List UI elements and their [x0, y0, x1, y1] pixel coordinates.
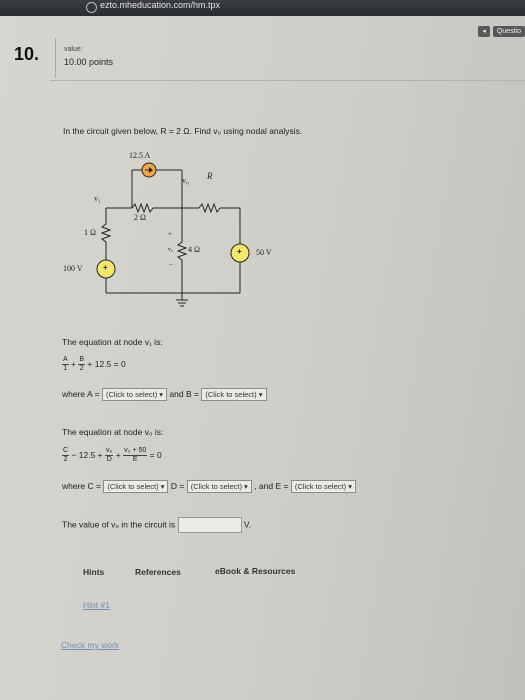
eq1-tail: + 12.5 = 0 — [87, 358, 126, 369]
one-ohm-label: 1 Ω — [84, 228, 96, 237]
eq2-mid: − 12.5 + — [71, 449, 103, 460]
ebook-tab[interactable]: eBook & Resources — [215, 566, 295, 576]
two-ohm-label: 2 Ω — [134, 213, 146, 222]
frac-b: B2 — [78, 356, 86, 372]
and-b-label: and B = — [169, 388, 199, 399]
select-b-dropdown[interactable]: (Click to select) ▾ — [201, 388, 267, 401]
vo-minus-sign: − — [169, 261, 173, 269]
answer-text: The value of v₀ in the circuit is — [62, 519, 176, 530]
eq1-title: The equation at node v₁ is: — [62, 337, 163, 347]
circuit-diagram: 12.5 A v₁ v₀ R 2 Ω 1 Ω 4 Ω + v₀ − 100 V … — [63, 148, 305, 313]
divider — [55, 38, 56, 78]
select-c-dropdown[interactable]: (Click to select) ▾ — [103, 480, 169, 493]
select-a-dropdown[interactable]: (Click to select) ▾ — [101, 388, 168, 401]
vo-plus-sign: + — [168, 230, 172, 238]
lock-icon — [86, 2, 97, 13]
value-label: value: — [64, 46, 83, 53]
points-value: 10.00 points — [64, 57, 114, 67]
vo-answer-input[interactable] — [177, 517, 242, 533]
frac-d: v₀ D — [105, 447, 114, 463]
eq1-selects: where A = (Click to select) ▾ and B = (C… — [62, 388, 267, 401]
r-label: R — [207, 171, 213, 181]
right-source-plus: + — [237, 247, 242, 256]
where-a-label: where A = — [62, 388, 100, 399]
question-prompt: In the circuit given below, R = 2 Ω. Fin… — [63, 126, 303, 136]
left-source-plus: + — [103, 263, 108, 272]
v1-label: v₁ — [94, 194, 101, 203]
where-c-label: where C = — [62, 480, 101, 491]
browser-bar: ezto.mheducation.com/hm.tpx — [0, 0, 525, 17]
references-tab[interactable]: References — [135, 567, 181, 577]
eq2-tail: = 0 — [149, 449, 162, 460]
eq2-expression: C2 − 12.5 + v₀ D + v₀ + 50 E = 0 — [62, 447, 162, 463]
eq1-expression: A1 + B2 + 12.5 = 0 — [62, 356, 126, 372]
hint-1-link[interactable]: Hint #1 — [83, 600, 110, 610]
question-number: 10. — [14, 44, 40, 64]
frac-c: C2 — [62, 447, 70, 463]
and-e-label: , and E = — [254, 480, 289, 491]
hints-tab[interactable]: Hints — [83, 567, 104, 577]
answer-unit: V. — [243, 519, 252, 530]
frac-a: A1 — [62, 356, 69, 372]
check-my-work-link[interactable]: Check my work — [61, 640, 119, 650]
answer-line: The value of v₀ in the circuit is V. — [62, 517, 251, 533]
top-right-controls: ◂ Questio — [478, 26, 525, 37]
eq2-title: The equation at node v₀ is: — [62, 427, 164, 437]
left-voltage-label: 100 V — [63, 264, 83, 273]
vo-side-label: v₀ — [168, 247, 174, 253]
frac-e: v₀ + 50 E — [123, 447, 148, 463]
v0-node-label: v₀ — [182, 176, 189, 185]
d-label: D = — [170, 480, 185, 491]
current-source-icon — [141, 162, 157, 178]
back-arrow-button[interactable]: ◂ — [478, 26, 490, 37]
question-button[interactable]: Questio — [492, 26, 525, 37]
select-d-dropdown[interactable]: (Click to select) ▾ — [186, 480, 252, 493]
url-text[interactable]: ezto.mheducation.com/hm.tpx — [100, 0, 220, 10]
current-source-label: 12.5 A — [129, 151, 151, 160]
select-e-dropdown[interactable]: (Click to select) ▾ — [290, 480, 356, 493]
four-ohm-label: 4 Ω — [188, 245, 200, 254]
eq2-selects: where C = (Click to select) ▾ D = (Click… — [62, 480, 356, 493]
header-divider — [50, 80, 525, 81]
right-voltage-label: 50 V — [256, 248, 272, 257]
